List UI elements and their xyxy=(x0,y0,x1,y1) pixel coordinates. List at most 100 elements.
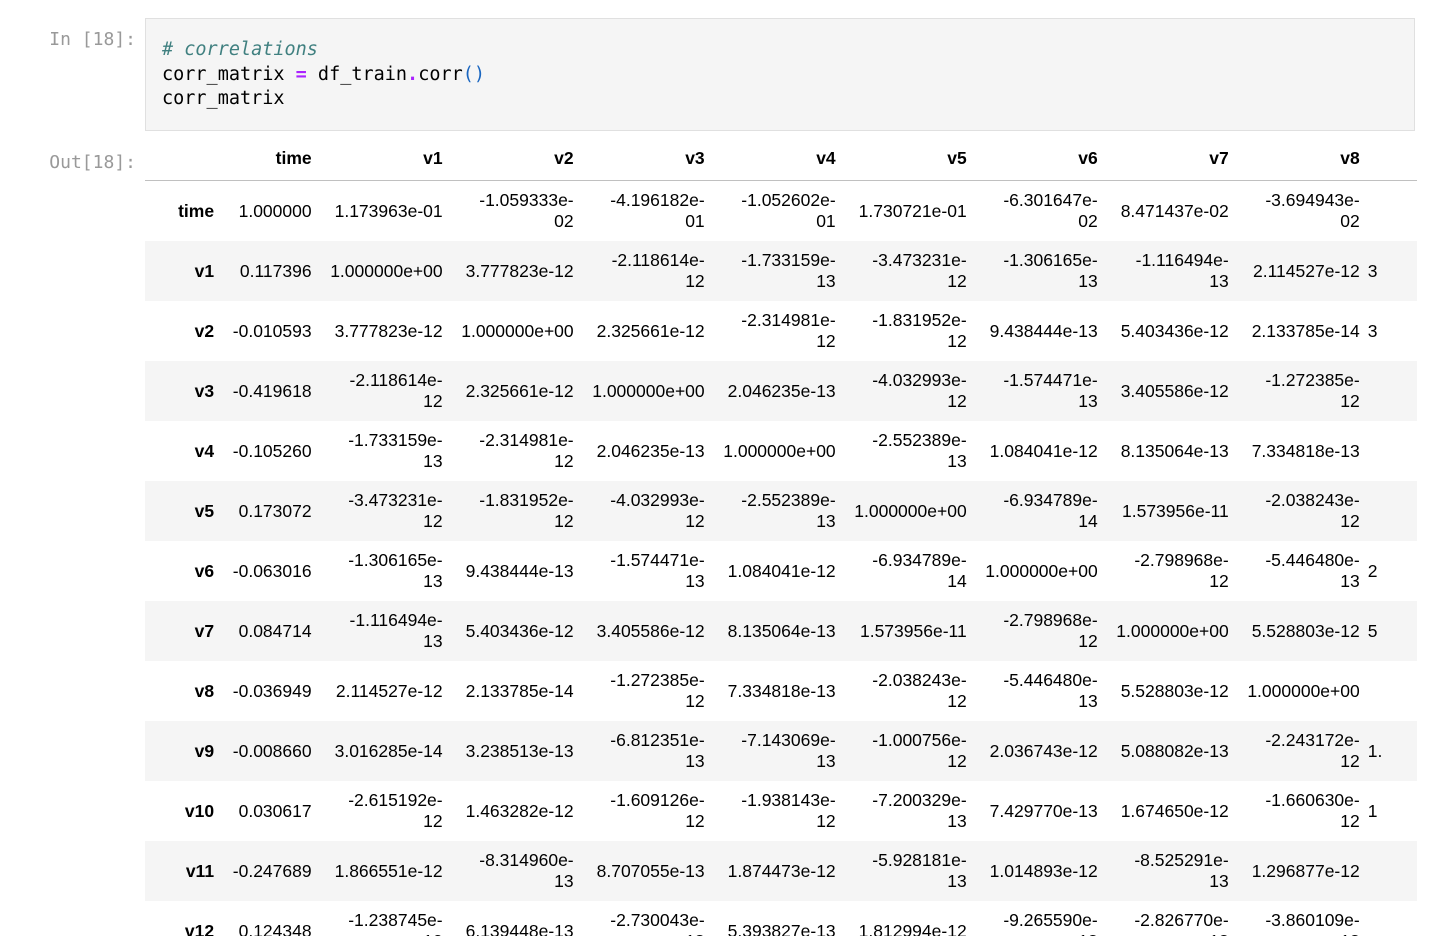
table-cell: 9.438444e-13 xyxy=(989,320,1098,341)
table-cell: -5.446480e- 13 xyxy=(1003,670,1098,711)
table-cell: 1.000000e+00 xyxy=(985,560,1098,581)
table-cell: 7.334818e-13 xyxy=(1251,440,1360,461)
table-cell: 2.325661e-12 xyxy=(596,320,705,341)
column-header: v6 xyxy=(968,136,1100,181)
table-cell: 0.173072 xyxy=(238,500,312,521)
table-cell: 5.088082e-13 xyxy=(1120,740,1229,761)
row-index: v7 xyxy=(194,620,215,641)
row-index: v4 xyxy=(194,440,215,461)
table-cell: 5.393827e-13 xyxy=(727,920,836,936)
table-cell-overflow: 1 xyxy=(1367,800,1378,821)
table-cell: 5.403436e-12 xyxy=(465,620,574,641)
table-cell: 1.573956e-11 xyxy=(1122,500,1229,521)
table-body: time 1.000000 1.173963e-01 -1.059333e- 02 -4… xyxy=(145,181,1417,936)
code-editor[interactable]: # correlations corr_matrix = df_train.co… xyxy=(162,38,485,112)
table-cell: 1.084041e-12 xyxy=(727,560,836,581)
table-corner-cell xyxy=(145,136,224,181)
table-cell-overflow xyxy=(1362,361,1417,421)
table-cell: -2.118614e- 12 xyxy=(349,370,443,411)
table-cell: -1.609126e- 12 xyxy=(610,790,705,831)
table-cell: -0.419618 xyxy=(232,380,312,401)
table-cell: -1.306165e- 13 xyxy=(1003,250,1098,291)
table-cell: 2.036743e-12 xyxy=(989,740,1098,761)
table-cell: 1.173963e-01 xyxy=(334,200,443,221)
table-cell: -8.314960e- 13 xyxy=(479,850,574,891)
table-cell: -1.831952e- 12 xyxy=(872,310,967,351)
code-assign-target: corr_matrix xyxy=(162,63,296,85)
row-index: v5 xyxy=(194,500,215,521)
row-index: time xyxy=(178,200,215,221)
table-cell: 3.016285e-14 xyxy=(334,740,443,761)
table-cell-overflow xyxy=(1362,661,1417,721)
column-header: v2 xyxy=(444,136,576,181)
correlation-table: time v1 v2 v3 v4 v5 v6 v7 v8 time 1.000000 1.17396… xyxy=(145,136,1417,936)
table-cell: -5.928181e- 13 xyxy=(872,850,967,891)
table-cell: -1.272385e- 12 xyxy=(1265,370,1360,411)
table-cell: -0.105260 xyxy=(232,440,312,461)
table-cell: 2.133785e-14 xyxy=(1251,320,1360,341)
column-header: v5 xyxy=(837,136,969,181)
table-cell: -0.063016 xyxy=(232,560,312,581)
table-cell: 3.777823e-12 xyxy=(465,260,574,281)
code-object: df_train xyxy=(306,63,408,85)
table-row: v5 0.173072 -3.473231e- 12 -1.831952e- 12 -4… xyxy=(145,481,1417,541)
table-cell: -5.446480e- 13 xyxy=(1265,550,1360,591)
table-cell: 2.046235e-13 xyxy=(596,440,705,461)
table-cell: 1.014893e-12 xyxy=(989,860,1098,881)
table-cell: 7.334818e-13 xyxy=(727,680,836,701)
table-cell: 3.777823e-12 xyxy=(334,320,443,341)
table-cell-overflow: 3 xyxy=(1367,260,1378,281)
table-cell: -2.038243e- 12 xyxy=(872,670,967,711)
table-cell-overflow xyxy=(1362,841,1417,901)
table-cell: -4.196182e- 01 xyxy=(610,190,705,231)
code-dot-operator: . xyxy=(407,63,419,85)
table-cell: 0.084714 xyxy=(238,620,312,641)
code-comment: # correlations xyxy=(162,39,318,60)
code-cell[interactable]: # correlations corr_matrix = df_train.co… xyxy=(145,18,1415,131)
table-cell: -1.733159e- 13 xyxy=(348,430,443,471)
table-cell: -2.615192e- 12 xyxy=(348,790,443,831)
table-cell: -1.116494e- 13 xyxy=(349,610,443,651)
table-cell: -2.118614e- 12 xyxy=(611,250,705,291)
code-expression: corr_matrix xyxy=(162,88,285,109)
table-cell: -8.525291e- 13 xyxy=(1134,850,1229,891)
table-cell: 1.573956e-11 xyxy=(859,620,967,641)
table-cell: -2.798968e- 12 xyxy=(1003,610,1098,651)
table-cell: 1.000000e+00 xyxy=(1247,680,1360,701)
table-cell: 1.812994e-12 xyxy=(858,920,967,936)
table-cell: -2.314981e- 12 xyxy=(479,430,574,471)
table-cell: -2.552389e- 13 xyxy=(741,490,836,531)
table-cell: 0.124348 xyxy=(238,920,312,936)
table-cell-overflow xyxy=(1362,481,1417,541)
table-cell: -1.000756e- 12 xyxy=(872,730,967,771)
column-header: v7 xyxy=(1099,136,1231,181)
column-header: v1 xyxy=(313,136,445,181)
table-cell: -6.934789e- 14 xyxy=(872,550,967,591)
table-cell: -1.306165e- 13 xyxy=(348,550,443,591)
table-cell-overflow xyxy=(1362,181,1417,242)
column-header: v8 xyxy=(1230,136,1362,181)
table-row: v8 -0.036949 2.114527e-12 2.133785e-14 -1.27… xyxy=(145,661,1417,721)
table-cell: -7.143069e- 13 xyxy=(741,730,836,771)
table-cell: 1.463282e-12 xyxy=(465,800,574,821)
table-cell: 6.139448e-13 xyxy=(465,920,574,936)
table-cell: 3.405586e-12 xyxy=(596,620,705,641)
table-cell: 1.874473e-12 xyxy=(727,860,836,881)
output-area[interactable]: time v1 v2 v3 v4 v5 v6 v7 v8 time 1.000000 1.17396… xyxy=(145,136,1417,936)
table-cell-overflow: 3 xyxy=(1367,320,1378,341)
table-cell: -3.860109e- 13 xyxy=(1265,910,1360,936)
table-cell: -0.247689 xyxy=(232,860,312,881)
table-cell: 2.133785e-14 xyxy=(465,680,574,701)
table-cell: 5.528803e-12 xyxy=(1120,680,1229,701)
table-cell: 1.000000e+00 xyxy=(723,440,836,461)
column-header-overflow xyxy=(1361,136,1417,181)
table-row: v2 -0.010593 3.777823e-12 1.000000e+00 2.325… xyxy=(145,301,1417,361)
table-cell: 0.030617 xyxy=(238,800,312,821)
table-cell: 2.114527e-12 xyxy=(1253,260,1360,281)
table-cell: -2.038243e- 12 xyxy=(1265,490,1360,531)
table-cell: 1.000000e+00 xyxy=(592,380,705,401)
table-cell: -1.272385e- 12 xyxy=(610,670,705,711)
row-index: v12 xyxy=(184,920,215,936)
table-cell: -3.473231e- 12 xyxy=(348,490,443,531)
table-cell: 9.438444e-13 xyxy=(465,560,574,581)
